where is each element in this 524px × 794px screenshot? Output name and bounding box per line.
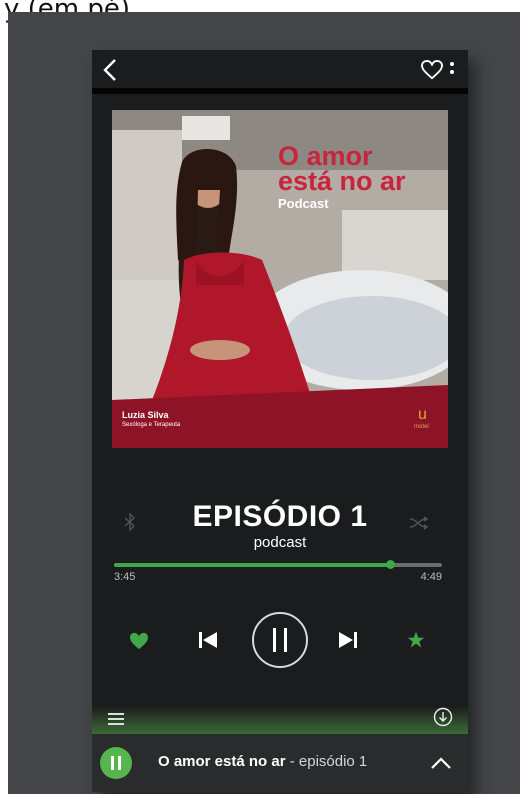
mini-player[interactable]: O amor está no ar - episódio 1: [92, 734, 468, 792]
mini-player-text: O amor está no ar - episódio 1: [158, 753, 367, 770]
cover-subtitle: Podcast: [278, 196, 329, 211]
previous-button[interactable]: [196, 628, 220, 652]
host-name: Luzia Silva: [122, 410, 169, 420]
download-icon: [433, 707, 453, 727]
pause-icon: [111, 756, 121, 770]
episode-subtitle: podcast: [253, 534, 307, 551]
bottom-gradient: [92, 706, 468, 734]
next-button[interactable]: [336, 628, 360, 652]
total-time: 4:49: [420, 571, 442, 583]
skip-previous-icon: [199, 632, 217, 648]
host-role: Sexóloga e Terapeuta: [122, 422, 181, 428]
mini-player-title: O amor está no ar: [158, 753, 286, 770]
skip-next-icon: [339, 632, 357, 648]
queue-button[interactable]: [106, 710, 126, 728]
heart-filled-icon: [130, 632, 148, 650]
more-options-button[interactable]: [444, 58, 460, 82]
progress-bar[interactable]: [114, 560, 442, 569]
star-icon: [407, 631, 425, 648]
shuffle-icon: [409, 516, 429, 530]
heart-outline-icon: [421, 60, 443, 80]
expand-player-button[interactable]: [428, 750, 454, 776]
pause-icon: [273, 628, 287, 652]
chevron-up-icon: [431, 757, 451, 769]
shuffle-button[interactable]: [408, 514, 432, 532]
download-button[interactable]: [432, 706, 454, 728]
queue-list-icon: [108, 713, 124, 725]
podcast-cover-art: O amor está no ar Podcast Luzia Silva Se…: [112, 110, 448, 448]
star-button[interactable]: [404, 628, 428, 652]
like-button[interactable]: [128, 630, 150, 652]
cover-title: O amor está no ar: [278, 143, 406, 196]
kebab-menu-icon: [450, 62, 454, 74]
top-bar: [92, 50, 468, 88]
mini-play-pause-button[interactable]: [100, 747, 132, 779]
brand-letter: u: [418, 406, 427, 423]
progress-fill: [114, 563, 390, 567]
current-time: 3:45: [114, 571, 136, 583]
favorite-button[interactable]: [420, 58, 444, 82]
header-divider: [92, 88, 468, 94]
brand-name: motel: [414, 424, 429, 430]
mini-player-separator: -: [285, 753, 299, 770]
mockup-background: O amor está no ar Podcast Luzia Silva Se…: [8, 12, 520, 794]
chevron-left-icon: [103, 59, 116, 81]
mini-player-episode: episódio 1: [298, 753, 368, 770]
phone-screen: O amor está no ar Podcast Luzia Silva Se…: [92, 50, 468, 792]
progress-knob[interactable]: [385, 560, 395, 569]
play-pause-button[interactable]: [252, 612, 308, 668]
cover-title-line2: está no ar: [278, 166, 406, 196]
back-button[interactable]: [96, 56, 124, 84]
